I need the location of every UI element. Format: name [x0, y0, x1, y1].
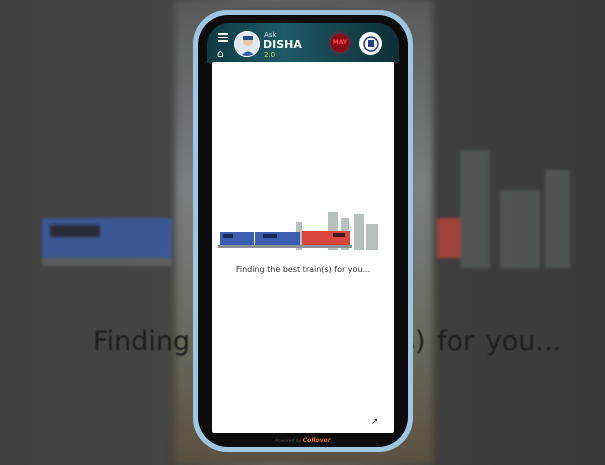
background-city-image [460, 150, 570, 268]
home-icon[interactable]: ⌂ [217, 48, 224, 59]
irctc-logo [359, 32, 382, 55]
app-version: 2.0 [264, 51, 276, 59]
powered-by: Powered by CoRover [212, 437, 394, 444]
powered-by-label: Powered by [275, 439, 302, 444]
promo-badge[interactable]: MAY [331, 34, 349, 52]
loading-message: Finding the best train(s) for you... [235, 265, 371, 274]
mouse-cursor-icon: ➚ [371, 417, 379, 427]
disha-avatar [234, 31, 260, 57]
app-header: ⌂ Ask DISHA 2.0 MAY [207, 23, 399, 63]
train-loading-illustration [218, 212, 378, 250]
menu-icon[interactable] [218, 33, 228, 44]
phone-frame: ⌂ Ask DISHA 2.0 MAY Finding the best tra… [193, 10, 413, 452]
app-title: DISHA [263, 38, 302, 51]
corover-brand[interactable]: CoRover [303, 437, 331, 444]
chat-screen: Finding the best train(s) for you... ➚ P… [212, 62, 394, 444]
